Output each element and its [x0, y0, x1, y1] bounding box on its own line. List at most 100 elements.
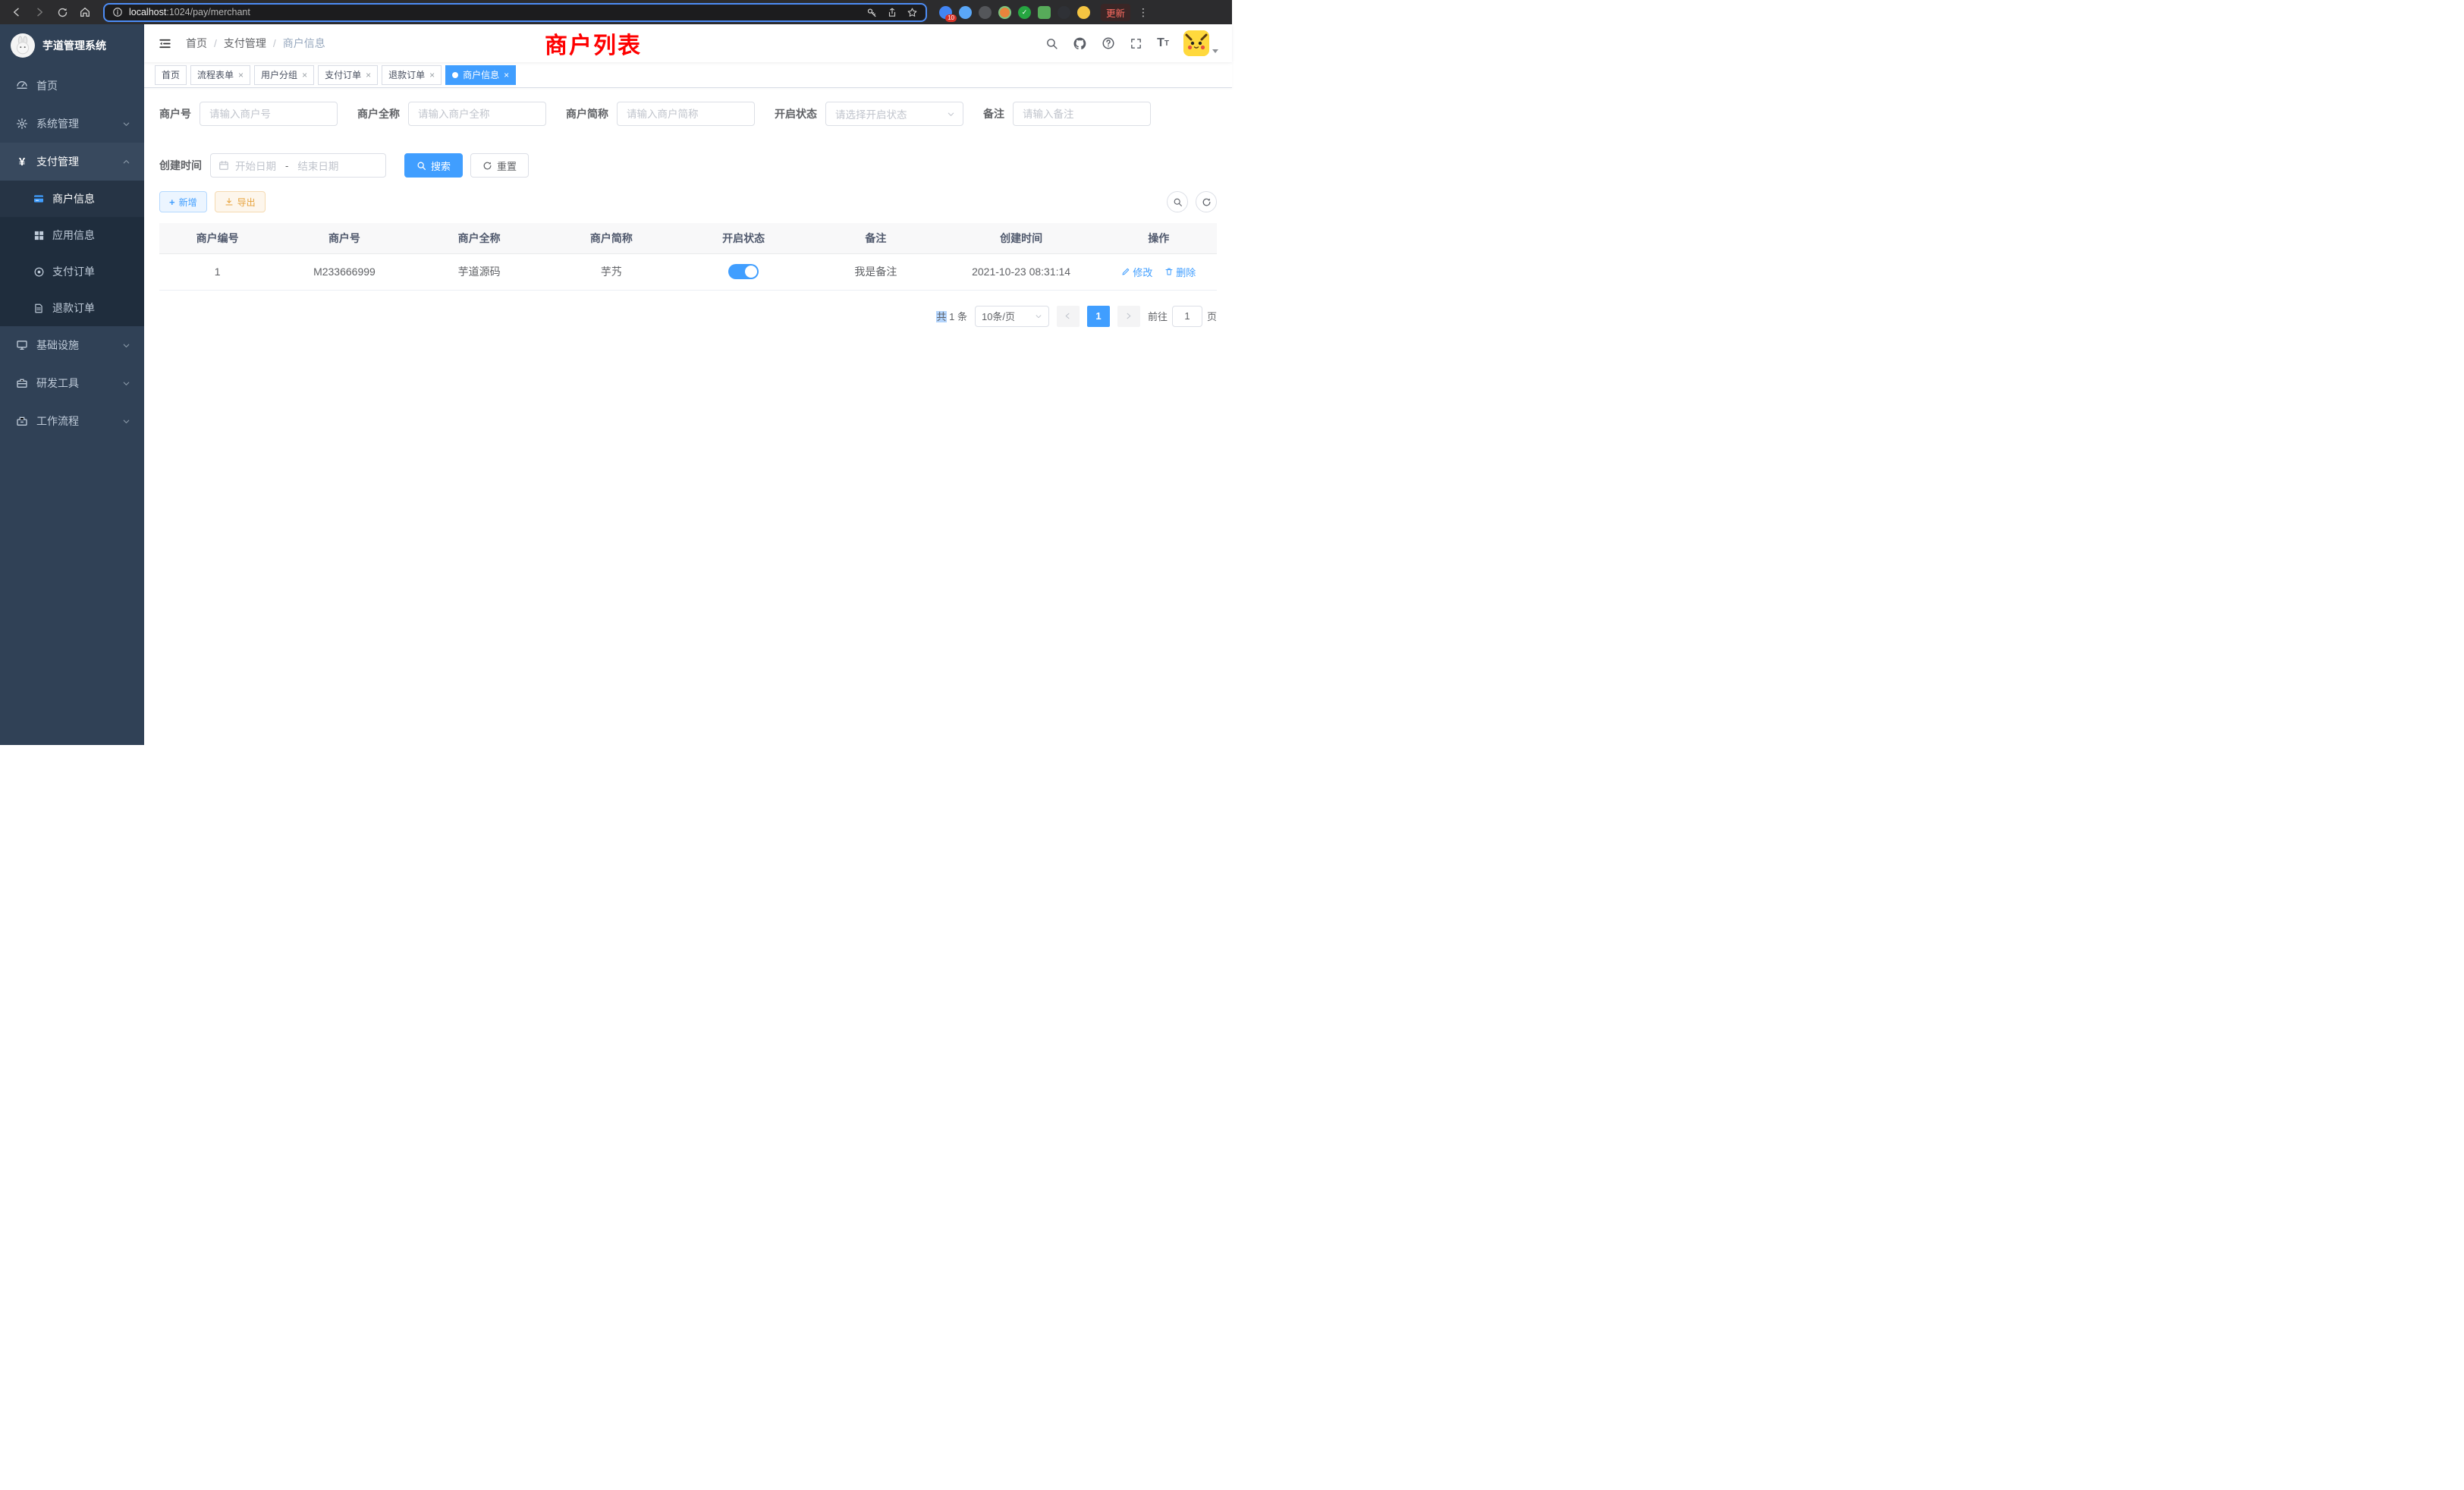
sidebar-item-merchant-info[interactable]: 商户信息 — [0, 181, 144, 217]
close-icon[interactable]: × — [366, 71, 371, 80]
extension-drop-icon[interactable] — [959, 6, 972, 19]
sidebar-item-label: 工作流程 — [36, 413, 79, 429]
page-size-value: 10条/页 — [982, 309, 1015, 323]
tabs-bar: 首页 流程表单× 用户分组× 支付订单× 退款订单× 商户信息× — [144, 62, 1232, 88]
chevron-up-icon — [122, 158, 130, 166]
prev-page-button[interactable] — [1057, 306, 1080, 327]
add-button[interactable]: + 新增 — [159, 191, 207, 212]
sidebar-item-home[interactable]: 首页 — [0, 67, 144, 105]
calendar-icon — [218, 160, 229, 171]
sidebar-item-payment[interactable]: ¥ 支付管理 — [0, 143, 144, 181]
date-start-placeholder: 开始日期 — [235, 158, 276, 173]
toggle-search-button[interactable] — [1167, 191, 1188, 212]
user-avatar[interactable] — [1183, 30, 1209, 56]
extension-pin-icon[interactable] — [1058, 6, 1070, 19]
browser-update-button[interactable]: 更新 — [1101, 4, 1130, 21]
col-full-name: 商户全称 — [413, 223, 545, 253]
sidebar-item-devtools[interactable]: 研发工具 — [0, 364, 144, 402]
page-size-select[interactable]: 10条/页 — [975, 306, 1049, 327]
bookmark-star-icon[interactable] — [907, 7, 918, 18]
font-size-icon[interactable]: TT — [1157, 36, 1169, 50]
export-button[interactable]: 导出 — [215, 191, 266, 212]
create-time-label: 创建时间 — [159, 158, 202, 173]
sidebar-item-label: 支付订单 — [52, 264, 95, 279]
status-label: 开启状态 — [775, 106, 817, 121]
extension-notes-icon[interactable] — [1038, 6, 1051, 19]
app-logo[interactable]: 芋道管理系统 — [0, 24, 144, 67]
fullscreen-icon[interactable] — [1130, 37, 1142, 50]
next-page-button[interactable] — [1117, 306, 1140, 327]
tab-process-form[interactable]: 流程表单× — [190, 65, 250, 85]
home-icon[interactable] — [76, 3, 94, 21]
chevron-down-icon — [122, 120, 130, 128]
merchant-name-input[interactable] — [408, 102, 546, 126]
refresh-table-button[interactable] — [1196, 191, 1217, 212]
goto-page-input[interactable] — [1172, 306, 1202, 327]
workflow-icon — [15, 415, 29, 427]
merchant-card-icon — [32, 193, 46, 205]
forward-icon[interactable] — [30, 3, 49, 21]
status-select[interactable]: 请选择开启状态 — [825, 102, 963, 126]
url-host: localhost — [129, 7, 166, 17]
breadcrumb-home[interactable]: 首页 — [186, 36, 207, 51]
header-search-icon[interactable] — [1045, 37, 1058, 50]
close-icon[interactable]: × — [429, 71, 435, 80]
share-icon[interactable] — [887, 7, 897, 18]
document-icon — [32, 303, 46, 314]
close-icon[interactable]: × — [504, 71, 509, 80]
url-bar[interactable]: localhost:1024/pay/merchant — [103, 3, 927, 22]
merchant-short-input[interactable] — [617, 102, 755, 126]
url-path: :1024/pay/merchant — [166, 7, 250, 17]
github-icon[interactable] — [1073, 36, 1087, 51]
top-navbar: 首页 / 支付管理 / 商户信息 商户列表 TT — [144, 24, 1232, 62]
reset-button-label: 重置 — [497, 159, 517, 173]
edit-link[interactable]: 修改 — [1121, 265, 1152, 279]
add-button-label: 新增 — [179, 196, 197, 209]
tab-home[interactable]: 首页 — [155, 65, 187, 85]
extension-row: 10 ✓ — [939, 6, 1090, 19]
sidebar-item-pay-orders[interactable]: 支付订单 — [0, 253, 144, 290]
cell-merchant-id: 1 — [159, 253, 275, 290]
browser-menu-icon[interactable]: ⋮ — [1135, 6, 1152, 19]
url-text: localhost:1024/pay/merchant — [129, 7, 250, 17]
create-time-range-picker[interactable]: 开始日期 - 结束日期 — [210, 153, 386, 178]
chevron-down-icon — [122, 341, 130, 350]
breadcrumb-payment[interactable]: 支付管理 — [224, 36, 266, 51]
extension-dark-icon[interactable] — [979, 6, 992, 19]
user-menu[interactable] — [1183, 30, 1218, 56]
status-toggle[interactable] — [728, 264, 759, 279]
back-icon[interactable] — [8, 3, 26, 21]
reset-button[interactable]: 重置 — [470, 153, 529, 178]
remark-input[interactable] — [1013, 102, 1151, 126]
sidebar-item-infra[interactable]: 基础设施 — [0, 326, 144, 364]
close-icon[interactable]: × — [238, 71, 244, 80]
search-button[interactable]: 搜索 — [404, 153, 463, 178]
merchant-no-input[interactable] — [200, 102, 338, 126]
sidebar-collapse-icon[interactable] — [158, 36, 172, 51]
close-icon[interactable]: × — [302, 71, 307, 80]
table-toolbar: + 新增 导出 — [159, 191, 1217, 212]
site-info-icon[interactable] — [112, 7, 123, 17]
sidebar-item-workflow[interactable]: 工作流程 — [0, 402, 144, 440]
circle-dot-icon — [32, 266, 46, 278]
tab-user-group[interactable]: 用户分组× — [254, 65, 314, 85]
tab-refund-orders[interactable]: 退款订单× — [382, 65, 442, 85]
extension-grid-icon[interactable]: 10 — [939, 6, 952, 19]
password-key-icon[interactable] — [866, 7, 878, 18]
sidebar-item-system[interactable]: 系统管理 — [0, 105, 144, 143]
extension-emoji-icon[interactable] — [1077, 6, 1090, 19]
payment-submenu: 商户信息 应用信息 支付订单 退款订单 — [0, 181, 144, 326]
reload-icon[interactable] — [53, 3, 71, 21]
page-number-button[interactable]: 1 — [1087, 306, 1110, 327]
tab-merchant-info[interactable]: 商户信息× — [445, 65, 516, 85]
cell-full-name: 芋道源码 — [413, 253, 545, 290]
sidebar-item-refund-orders[interactable]: 退款订单 — [0, 290, 144, 326]
extension-avatar-icon[interactable] — [998, 6, 1011, 19]
help-icon[interactable] — [1102, 36, 1115, 50]
tab-pay-orders[interactable]: 支付订单× — [318, 65, 378, 85]
active-dot — [452, 72, 458, 78]
content-area: 商户号 商户全称 商户简称 开启状态 请选择开启状态 — [144, 88, 1232, 745]
sidebar-item-app-info[interactable]: 应用信息 — [0, 217, 144, 253]
delete-link[interactable]: 删除 — [1164, 265, 1196, 279]
extension-check-icon[interactable]: ✓ — [1018, 6, 1031, 19]
